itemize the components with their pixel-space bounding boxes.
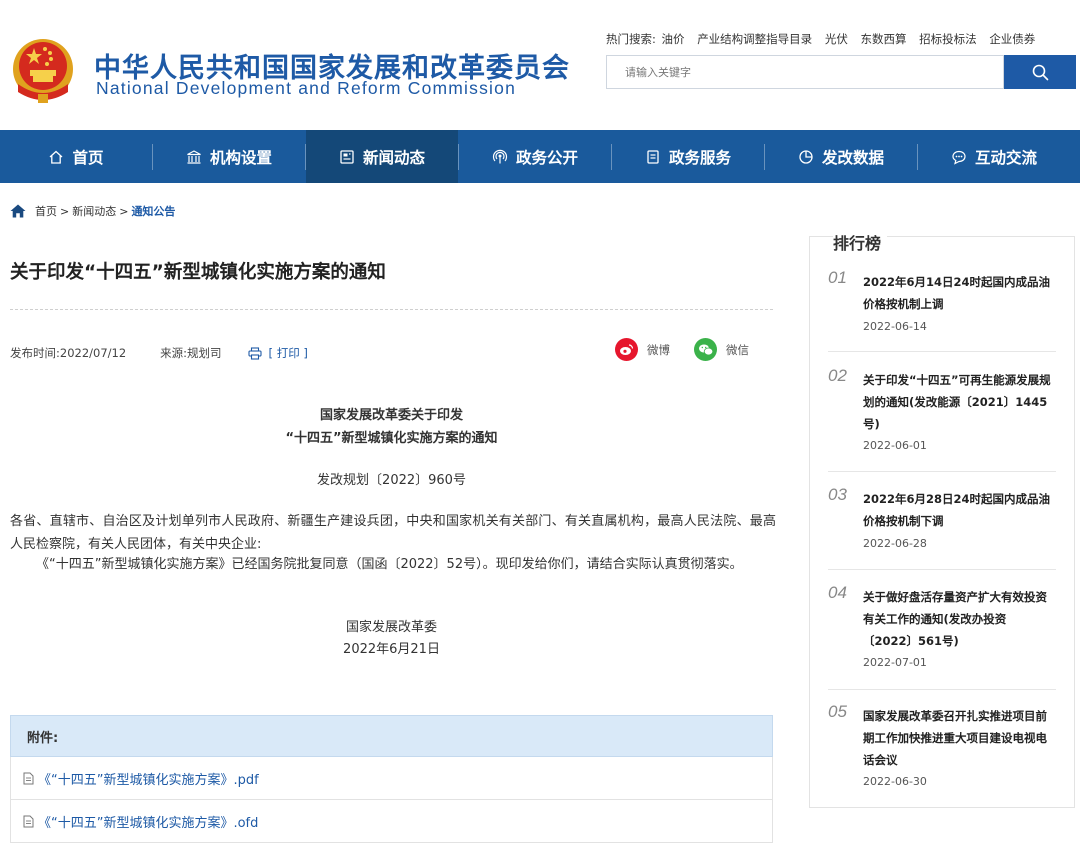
- share-wechat-label: 微信: [726, 342, 749, 357]
- home-icon: [48, 149, 64, 165]
- national-emblem-icon: [8, 36, 78, 106]
- file-icon: [23, 772, 34, 785]
- title-divider: [10, 309, 773, 310]
- share-wechat-button[interactable]: 微信: [694, 338, 749, 361]
- nav-item-label: 首页: [72, 148, 104, 167]
- ranking-link[interactable]: 国家发展改革委召开扎实推进项目前期工作加快推进重大项目建设电视电话会议: [863, 705, 1053, 771]
- breadcrumb-home[interactable]: 首页: [35, 203, 57, 219]
- breadcrumb: 首页 > 新闻动态 > 通知公告: [10, 203, 175, 219]
- ranking-date: 2022-06-14: [863, 320, 927, 333]
- ranking-divider: [828, 569, 1056, 570]
- newspaper-icon: [339, 149, 355, 165]
- hot-search-term[interactable]: 光伏: [825, 32, 848, 46]
- search-box: [606, 55, 1004, 89]
- document-icon: [645, 149, 661, 165]
- file-icon: [23, 815, 34, 828]
- article-meta: 发布时间: 2022/07/12 来源: 规划司 [ 打印 ]: [10, 345, 308, 361]
- print-label: [ 打印 ]: [268, 346, 308, 360]
- breadcrumb-separator: >: [60, 204, 70, 218]
- site-name-en: National Development and Reform Commissi…: [96, 78, 517, 98]
- hot-search-term[interactable]: 产业结构调整指导目录: [697, 32, 812, 46]
- nav-item-label: 发改数据: [821, 148, 884, 167]
- article-title: 关于印发“十四五”新型城镇化实施方案的通知: [10, 262, 386, 283]
- wechat-icon: [694, 338, 717, 361]
- ranking-link[interactable]: 关于印发“十四五”可再生能源发展规划的通知(发改能源〔2021〕1445号): [863, 369, 1053, 435]
- signature-block: 国家发展改革委 2022年6月21日: [10, 617, 773, 661]
- article-paragraph: 各省、直辖市、自治区及计划单列市人民政府、新疆生产建设兵团，中央和国家机关有关部…: [10, 514, 776, 552]
- search-icon: [1032, 64, 1049, 81]
- attachment-name: 《“十四五”新型城镇化实施方案》.ofd: [38, 815, 259, 831]
- breadcrumb-separator: >: [119, 204, 129, 218]
- notice-heading-line1: 国家发展改革委关于印发: [319, 408, 463, 423]
- hot-search-term[interactable]: 东数西算: [861, 32, 907, 46]
- source-label: 来源:: [160, 346, 188, 360]
- weibo-icon: [615, 338, 638, 361]
- nav-item-data[interactable]: 发改数据: [765, 130, 917, 183]
- source-value: 规划司: [187, 346, 222, 360]
- ranking-number: 04: [828, 583, 847, 602]
- nav-item-label: 互动交流: [974, 148, 1037, 167]
- nav-item-government-affairs[interactable]: 政务公开: [459, 130, 611, 183]
- notice-heading: 国家发展改革委关于印发 “十四五”新型城镇化实施方案的通知: [10, 404, 773, 450]
- nav-item-government-services[interactable]: 政务服务: [612, 130, 764, 183]
- home-icon: [10, 204, 26, 218]
- attachment-name: 《“十四五”新型城镇化实施方案》.pdf: [38, 772, 259, 788]
- attachments-header: 附件:: [10, 715, 773, 757]
- printer-icon: [247, 346, 262, 360]
- ranking-title: 排行榜: [833, 230, 888, 254]
- nav-item-home[interactable]: 首页: [0, 130, 152, 183]
- ranking-divider: [828, 351, 1056, 352]
- article-paragraph: 《“十四五”新型城镇化实施方案》已经国务院批复同意（国函〔2022〕52号）。现…: [36, 557, 743, 572]
- ranking-number: 05: [828, 702, 847, 721]
- breadcrumb-news[interactable]: 新闻动态: [72, 203, 116, 219]
- hot-search-term[interactable]: 油价: [662, 32, 685, 46]
- ranking-date: 2022-06-30: [863, 775, 927, 788]
- nav-item-label: 政务服务: [668, 148, 731, 167]
- nav-item-label: 机构设置: [209, 148, 272, 167]
- notice-heading-line2: “十四五”新型城镇化实施方案的通知: [285, 431, 498, 446]
- ranking-number: 02: [828, 366, 847, 385]
- chat-icon: [951, 149, 967, 165]
- nav-item-label: 新闻动态: [362, 148, 425, 167]
- hot-search-label: 热门搜索:: [606, 32, 656, 46]
- hot-search-term[interactable]: 招标投标法: [919, 32, 977, 46]
- ranking-number: 03: [828, 485, 847, 504]
- nav-item-news[interactable]: 新闻动态: [306, 130, 458, 183]
- search-button[interactable]: [1004, 55, 1076, 89]
- ranking-date: 2022-06-28: [863, 537, 927, 550]
- nav-item-organization[interactable]: 机构设置: [153, 130, 305, 183]
- pie-chart-icon: [798, 149, 814, 165]
- ranking-link[interactable]: 2022年6月28日24时起国内成品油价格按机制下调: [863, 488, 1053, 532]
- hot-search: 热门搜索: 油价 产业结构调整指导目录 光伏 东数西算 招标投标法 企业债券: [606, 31, 1035, 47]
- ranking-link[interactable]: 2022年6月14日24时起国内成品油价格按机制上调: [863, 271, 1053, 315]
- broadcast-icon: [492, 149, 508, 165]
- nav-item-label: 政务公开: [515, 148, 578, 167]
- signature-organization: 国家发展改革委: [345, 620, 437, 635]
- main-nav: 首页 机构设置 新闻动态 政务公开 政务服务 发改数据 互动交流: [0, 130, 1080, 183]
- print-button[interactable]: [ 打印 ]: [247, 345, 308, 361]
- document-number: 发改规划〔2022〕960号: [317, 473, 466, 488]
- share-weibo-label: 微博: [647, 342, 670, 357]
- nav-item-interaction[interactable]: 互动交流: [918, 130, 1070, 183]
- search-input[interactable]: [607, 56, 1003, 88]
- ranking-divider: [828, 471, 1056, 472]
- ranking-date: 2022-06-01: [863, 439, 927, 452]
- publish-date: 2022/07/12: [59, 346, 127, 360]
- breadcrumb-current[interactable]: 通知公告: [131, 203, 175, 219]
- attachment-link-pdf[interactable]: 《“十四五”新型城镇化实施方案》.pdf: [10, 757, 773, 800]
- ranking-divider: [828, 689, 1056, 690]
- ranking-date: 2022-07-01: [863, 656, 927, 669]
- share-weibo-button[interactable]: 微博: [615, 338, 670, 361]
- building-icon: [186, 149, 202, 165]
- signature-date: 2022年6月21日: [343, 642, 440, 657]
- attachment-link-ofd[interactable]: 《“十四五”新型城镇化实施方案》.ofd: [10, 800, 773, 843]
- ranking-link[interactable]: 关于做好盘活存量资产扩大有效投资有关工作的通知(发改办投资〔2022〕561号): [863, 586, 1053, 652]
- hot-search-term[interactable]: 企业债券: [989, 32, 1035, 46]
- publish-label: 发布时间:: [10, 346, 60, 360]
- ranking-number: 01: [828, 268, 847, 287]
